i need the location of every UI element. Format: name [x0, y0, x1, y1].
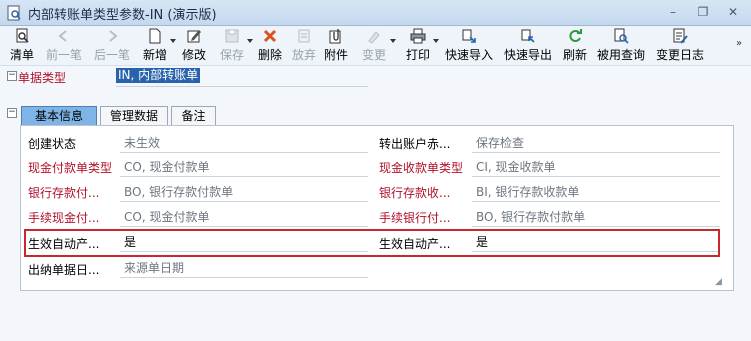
field-underline: [472, 226, 720, 227]
change-log-button[interactable]: 变更日志: [653, 28, 707, 64]
cashier-date-field[interactable]: 来源单日期: [124, 259, 184, 276]
cash-receipt-type-label: 现金收款单类型: [379, 161, 464, 175]
restore-icon[interactable]: ❐: [694, 4, 712, 20]
collapse-section-icon[interactable]: −: [7, 108, 17, 118]
toolbar-overflow-button[interactable]: »: [736, 38, 742, 49]
refresh-icon: [569, 29, 582, 42]
arrow-left-icon: [58, 30, 67, 42]
overdraft-check-label: 转出账户赤...: [379, 137, 451, 151]
tab-management-data[interactable]: 管理数据: [100, 106, 168, 126]
document-type-underline: [116, 86, 368, 87]
edit-button[interactable]: 修改: [180, 28, 208, 64]
quick-import-button[interactable]: 快速导入: [443, 28, 495, 64]
refresh-label: 刷新: [562, 48, 587, 62]
fee-cash-payment-label: 手续现金付...: [28, 211, 100, 225]
change-dropdown-arrow[interactable]: [390, 39, 396, 43]
export-icon: [521, 29, 535, 43]
print-dropdown-arrow[interactable]: [433, 39, 439, 43]
document-type-field[interactable]: IN, 内部转账单: [116, 68, 201, 83]
attachment-label: 附件: [323, 48, 348, 62]
highlight-box: [24, 229, 720, 257]
close-icon[interactable]: ✕: [724, 4, 742, 20]
minimize-icon[interactable]: –: [664, 4, 682, 20]
title-bar: 内部转账单类型参数-IN (演示版) – ❐ ✕: [0, 0, 751, 26]
change-log-icon: [673, 28, 688, 44]
field-underline: [120, 176, 368, 177]
change-icon: [368, 31, 380, 44]
refresh-button[interactable]: 刷新: [561, 28, 589, 64]
cash-payment-type-field[interactable]: CO, 现金付款单: [124, 158, 209, 175]
field-underline: [472, 176, 720, 177]
resize-grip-icon[interactable]: ◢: [715, 277, 722, 287]
field-underline: [120, 226, 368, 227]
quick-export-button[interactable]: 快速导出: [502, 28, 554, 64]
save-dropdown-arrow[interactable]: [247, 39, 253, 43]
change-label: 变更: [361, 48, 386, 62]
delete-label: 删除: [257, 48, 282, 62]
new-button[interactable]: 新增: [140, 28, 170, 64]
delete-icon: [263, 29, 277, 43]
cash-payment-type-label: 现金付款单类型: [28, 161, 113, 175]
usage-query-icon: [614, 28, 629, 44]
discard-label: 放弃: [291, 48, 316, 62]
app-icon: [7, 5, 21, 21]
previous-button[interactable]: 前一笔: [42, 28, 86, 64]
delete-button[interactable]: 删除: [256, 28, 284, 64]
save-button[interactable]: 保存: [218, 28, 246, 64]
discard-button[interactable]: 放弃: [290, 28, 318, 64]
field-underline: [472, 152, 720, 153]
change-log-label: 变更日志: [655, 48, 704, 62]
bank-receipt-type-field[interactable]: BI, 银行存款收款单: [476, 183, 579, 200]
cashier-date-label: 出纳单据日...: [28, 263, 100, 277]
fee-cash-payment-field[interactable]: CO, 现金付款单: [124, 208, 209, 225]
created-status-label: 创建状态: [28, 137, 77, 151]
usage-query-label: 被用查询: [596, 48, 645, 62]
fee-bank-payment-label: 手续银行付...: [379, 211, 451, 225]
print-button[interactable]: 打印: [404, 28, 432, 64]
quick-export-label: 快速导出: [503, 48, 552, 62]
tab-basic-info[interactable]: 基本信息: [21, 106, 97, 126]
edit-icon: [187, 30, 201, 43]
created-status-field[interactable]: 未生效: [124, 134, 160, 151]
attachment-button[interactable]: 附件: [322, 28, 350, 64]
field-underline: [120, 277, 368, 278]
collapse-header-icon[interactable]: −: [7, 71, 17, 81]
save-label: 保存: [219, 48, 244, 62]
bank-receipt-type-label: 银行存款收...: [379, 186, 451, 200]
tab-remarks[interactable]: 备注: [171, 106, 216, 126]
list-icon: [16, 28, 29, 43]
arrow-right-icon: [109, 30, 118, 42]
usage-query-button[interactable]: 被用查询: [594, 28, 648, 64]
save-icon: [225, 29, 239, 43]
import-icon: [462, 29, 476, 43]
document-type-label: 单据类型: [18, 71, 67, 85]
toolbar: 清单 前一笔 后一笔 新增 修改 保存 删除 放弃 附件 变更 打印 快速导入 …: [0, 26, 751, 66]
next-button[interactable]: 后一笔: [90, 28, 134, 64]
field-underline: [472, 201, 720, 202]
attachment-icon: [329, 29, 341, 44]
change-button[interactable]: 变更: [360, 28, 388, 64]
cash-receipt-type-field[interactable]: CI, 现金收款单: [476, 158, 556, 175]
discard-icon: [298, 29, 310, 43]
list-button[interactable]: 清单: [8, 28, 36, 64]
next-label: 后一笔: [93, 48, 130, 62]
print-icon: [410, 28, 426, 44]
list-label: 清单: [9, 48, 34, 62]
window-title: 内部转账单类型参数-IN (演示版): [28, 8, 217, 23]
previous-label: 前一笔: [45, 48, 82, 62]
print-label: 打印: [405, 48, 430, 62]
new-dropdown-arrow[interactable]: [170, 39, 176, 43]
quick-import-label: 快速导入: [444, 48, 493, 62]
new-document-icon: [149, 28, 161, 44]
field-underline: [120, 152, 368, 153]
bank-payment-type-label: 银行存款付...: [28, 186, 100, 200]
new-label: 新增: [142, 48, 167, 62]
bank-payment-type-field[interactable]: BO, 银行存款付款单: [124, 183, 233, 200]
edit-label: 修改: [181, 48, 206, 62]
overdraft-check-field[interactable]: 保存检查: [476, 134, 524, 151]
field-underline: [120, 201, 368, 202]
fee-bank-payment-field[interactable]: BO, 银行存款付款单: [476, 208, 585, 225]
